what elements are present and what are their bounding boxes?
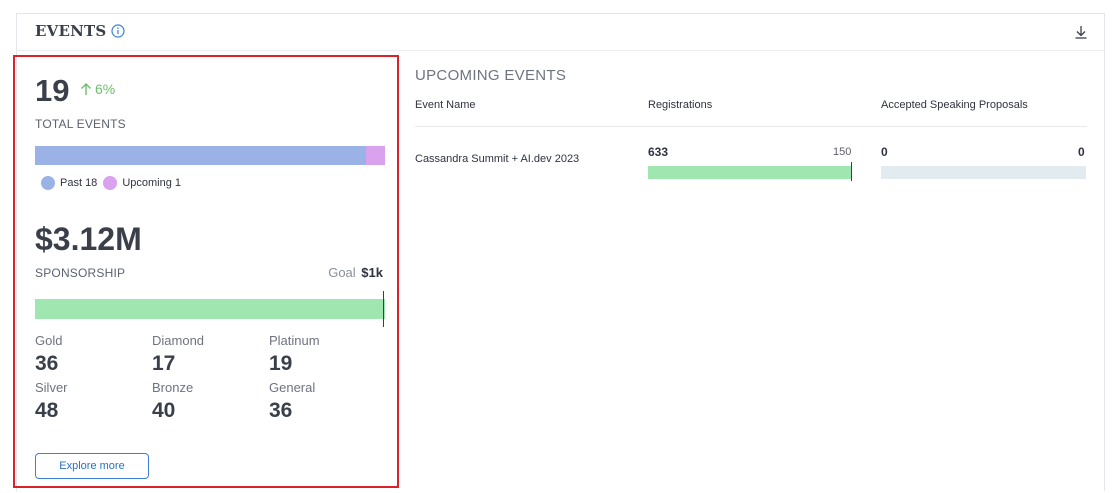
accepted-proposals-progress-bar bbox=[881, 166, 1086, 179]
registrations-goal-marker bbox=[851, 162, 852, 181]
arrow-up-icon bbox=[81, 83, 91, 95]
explore-more-button[interactable]: Explore more bbox=[35, 453, 149, 479]
upcoming-events-segment bbox=[366, 146, 385, 165]
sponsorship-label: SPONSORSHIP bbox=[35, 266, 126, 280]
sponsorship-goal: Goal $1k bbox=[328, 265, 383, 280]
tier-value: 19 bbox=[269, 352, 293, 375]
registrations-progress-bar bbox=[648, 166, 852, 179]
tier-value: 40 bbox=[152, 399, 176, 422]
goal-label: Goal bbox=[328, 265, 356, 280]
info-icon[interactable] bbox=[111, 24, 126, 38]
total-events-value: 19 bbox=[35, 73, 70, 108]
tier-value: 36 bbox=[35, 352, 59, 375]
tier-value: 48 bbox=[35, 399, 59, 422]
total-events-label: TOTAL EVENTS bbox=[35, 117, 126, 131]
tier-platinum: Platinum 19 bbox=[269, 333, 386, 376]
trend-percent: 6% bbox=[95, 81, 116, 97]
events-summary-panel: 19 6% TOTAL EVENTS Past 18 Upcoming 1 $3… bbox=[13, 55, 399, 488]
registrations-goal: 150 bbox=[833, 146, 852, 158]
events-legend: Past 18 Upcoming 1 bbox=[41, 176, 187, 190]
sponsorship-tiers: Gold 36 Diamond 17 Platinum 19 Silver 48… bbox=[35, 333, 385, 423]
card-divider bbox=[17, 50, 1104, 51]
legend-item-past: Past 18 bbox=[41, 176, 97, 190]
tier-name: General bbox=[269, 380, 316, 395]
events-split-bar bbox=[35, 146, 385, 165]
legend-dot-past bbox=[41, 176, 55, 190]
tier-name: Platinum bbox=[269, 333, 320, 348]
sponsorship-goal-marker bbox=[383, 291, 384, 327]
tier-value: 17 bbox=[152, 352, 176, 375]
card-title-text: EVENTS bbox=[35, 22, 107, 40]
tier-diamond: Diamond 17 bbox=[152, 333, 269, 376]
legend-item-upcoming: Upcoming 1 bbox=[103, 176, 181, 190]
table-header-divider bbox=[415, 126, 1087, 127]
tier-name: Diamond bbox=[152, 333, 205, 348]
column-header-registrations[interactable]: Registrations bbox=[648, 99, 712, 111]
sponsorship-value: $3.12M bbox=[35, 221, 142, 257]
registrations-value: 633 bbox=[648, 145, 669, 159]
past-events-segment bbox=[35, 146, 367, 165]
legend-label-upcoming: Upcoming 1 bbox=[122, 177, 182, 189]
download-icon[interactable] bbox=[1073, 24, 1089, 40]
column-header-event-name[interactable]: Event Name bbox=[415, 99, 476, 111]
card-title: EVENTS bbox=[35, 22, 126, 40]
legend-label-past: Past 18 bbox=[60, 177, 98, 189]
tier-general: General 36 bbox=[269, 380, 386, 423]
event-name-cell[interactable]: Cassandra Summit + AI.dev 2023 bbox=[415, 153, 579, 165]
tier-name: Gold bbox=[35, 333, 63, 348]
tier-bronze: Bronze 40 bbox=[152, 380, 269, 423]
trend-indicator: 6% bbox=[80, 81, 115, 97]
tier-name: Bronze bbox=[152, 380, 194, 395]
legend-dot-upcoming bbox=[103, 176, 118, 190]
column-header-accepted-proposals[interactable]: Accepted Speaking Proposals bbox=[881, 99, 1028, 111]
tier-silver: Silver 48 bbox=[35, 380, 152, 423]
tier-name: Silver bbox=[35, 380, 68, 395]
accepted-proposals-goal: 0 bbox=[1078, 145, 1085, 159]
tier-value: 36 bbox=[269, 399, 293, 422]
accepted-proposals-value: 0 bbox=[881, 145, 888, 159]
goal-value: $1k bbox=[361, 265, 383, 280]
sponsorship-progress-bar bbox=[35, 299, 385, 319]
upcoming-events-title: UPCOMING EVENTS bbox=[415, 67, 567, 84]
tier-gold: Gold 36 bbox=[35, 333, 152, 376]
